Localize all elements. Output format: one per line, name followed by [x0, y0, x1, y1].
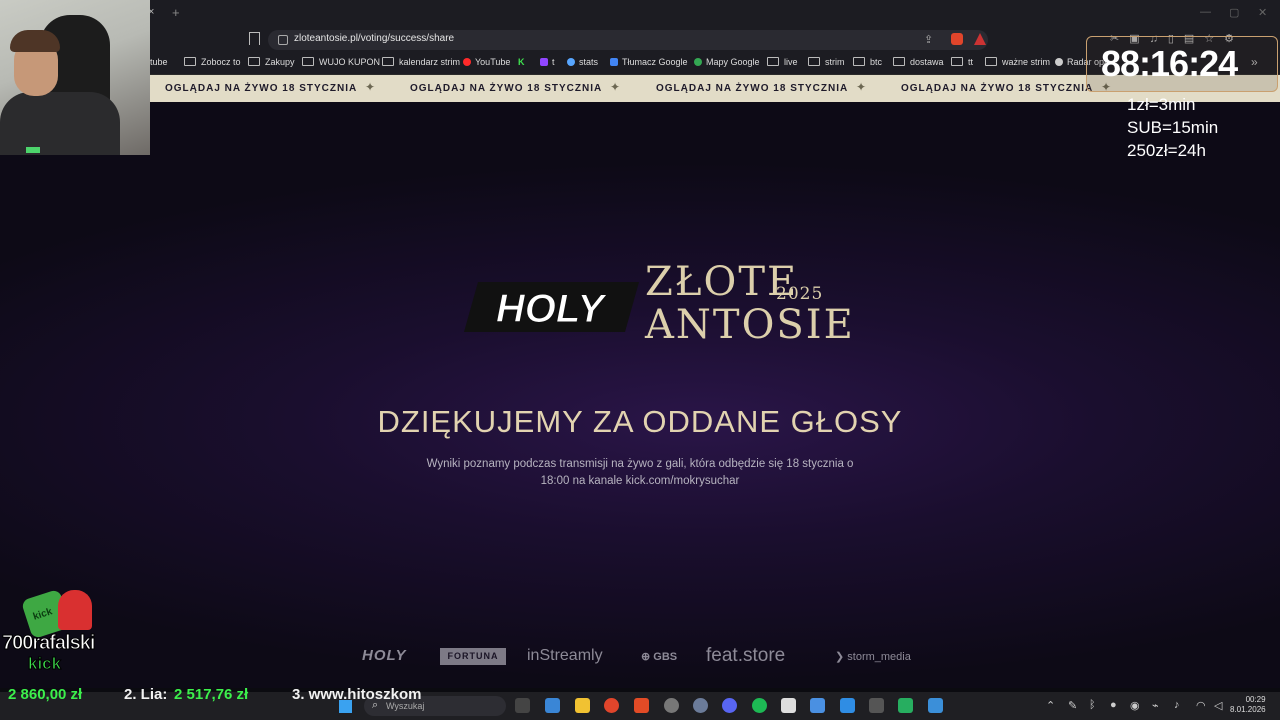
results-info-text: Wyniki poznamy podczas transmisji na żyw…: [426, 458, 854, 487]
streamer-hair: [10, 30, 60, 52]
new-tab-button[interactable]: +: [172, 5, 180, 20]
sponsors-row: HOLY FORTUNA inStreamly ⊕ GBS feat.store…: [0, 645, 1280, 667]
bookmark-stats[interactable]: stats: [567, 57, 598, 67]
close-window-button[interactable]: ✕: [1258, 6, 1267, 19]
sponsor-instreamly-logo[interactable]: inStreamly: [527, 647, 603, 665]
bookmark-folder[interactable]: ważne strim: [985, 57, 1050, 67]
bookmark-folder[interactable]: Zobocz to: [184, 57, 241, 67]
holy-logo: HOLY: [464, 282, 639, 332]
title-year: 2025: [776, 284, 824, 304]
bookmark-folder[interactable]: WUJO KUPON: [302, 57, 380, 67]
browser-tab-bar: × + — ▢ ✕: [0, 0, 1280, 28]
leaderboard-entry: 2. Lia:: [124, 686, 168, 703]
sponsor-holy-logo[interactable]: HOLY: [362, 647, 407, 664]
title-antosie: ANTOSIE: [645, 302, 855, 348]
maximize-button[interactable]: ▢: [1229, 6, 1239, 19]
brave-rewards-icon[interactable]: [974, 33, 986, 45]
thank-you-headline: DZIĘKUJEMY ZA ODDANE GŁOSY: [377, 404, 903, 439]
ticker-text: OGLĄDAJ NA ŻYWO 18 STYCZNIA: [901, 83, 1094, 94]
url-text[interactable]: zloteantosie.pl/voting/success/share: [294, 33, 454, 44]
ticker-text: OGLĄDAJ NA ŻYWO 18 STYCZNIA: [656, 83, 849, 94]
brave-shields-icon[interactable]: [951, 33, 963, 45]
folder-icon: [248, 57, 260, 66]
webcam-overlay: [0, 0, 150, 155]
twitch-icon: [540, 58, 548, 66]
share-icon[interactable]: ⇪: [924, 33, 933, 46]
bookmark-folder[interactable]: tt: [951, 57, 973, 67]
folder-icon: [382, 57, 394, 66]
mascot-icon: [58, 590, 92, 630]
rule-sub: SUB=15min: [1127, 118, 1219, 137]
bookmark-folder[interactable]: strim: [808, 57, 845, 67]
folder-icon: [951, 57, 963, 66]
folder-icon: [808, 57, 820, 66]
stats-icon: [567, 58, 575, 66]
site-info-icon[interactable]: [278, 35, 288, 45]
bookmark-youtube[interactable]: YouTube: [463, 57, 510, 67]
bookmark-folder[interactable]: dostawa: [893, 57, 944, 67]
timer-rules: 1zł=3min SUB=15min 250zł=24h: [1127, 93, 1218, 162]
folder-icon: [893, 57, 905, 66]
green-light: [26, 147, 40, 153]
holy-logo-text: HOLY: [496, 287, 607, 331]
folder-icon: [184, 57, 196, 66]
voting-success-page: HOLY ZŁOTE 2025 ANTOSIE DZIĘKUJEMY ZA OD…: [0, 102, 1280, 688]
bookmark-folder[interactable]: live: [767, 57, 798, 67]
streamer-body: [0, 92, 120, 155]
star-icon: ✦: [856, 80, 867, 94]
minimize-button[interactable]: —: [1200, 6, 1211, 18]
bookmark-folder[interactable]: Zakupy: [248, 57, 295, 67]
star-icon: ✦: [610, 80, 621, 94]
subathon-timer: 88:16:24: [1086, 36, 1278, 92]
bookmark-folder[interactable]: kalendarz strim: [382, 57, 460, 67]
bookmark-translate[interactable]: Tłumacz Google: [610, 57, 688, 67]
bookmark-maps[interactable]: Mapy Google: [694, 57, 760, 67]
leaderboard-amount: 2 860,00 zł: [8, 686, 83, 703]
ticker-text: OGLĄDAJ NA ŻYWO 18 STYCZNIA: [410, 83, 603, 94]
folder-icon: [853, 57, 865, 66]
bookmark-twitch[interactable]: t: [540, 57, 555, 67]
folder-icon: [985, 57, 997, 66]
leaderboard-entry: 3. www.hitoszkom: [292, 686, 422, 703]
bookmark-icon[interactable]: [249, 32, 260, 45]
sponsor-stormmedia-logo[interactable]: ❯ storm_media: [835, 650, 911, 663]
address-bar[interactable]: zloteantosie.pl/voting/success/share ⇪: [268, 30, 988, 50]
bookmark-folder[interactable]: btc: [853, 57, 882, 67]
sponsor-gbs-logo[interactable]: ⊕ GBS: [641, 650, 677, 663]
kick-wordmark: kick: [27, 654, 62, 674]
leaderboard-amount: 2 517,76 zł: [174, 686, 249, 703]
sponsor-fortuna-logo[interactable]: FORTUNA: [440, 648, 506, 665]
channel-name: 700rafalski: [1, 632, 95, 655]
timer-value: 88:16:24: [1101, 43, 1238, 84]
folder-icon: [302, 57, 314, 66]
ticker-text: OGLĄDAJ NA ŻYWO 18 STYCZNIA: [165, 83, 358, 94]
folder-icon: [767, 57, 779, 66]
star-icon: ✦: [365, 80, 376, 94]
maps-icon: [694, 58, 702, 66]
rule-donation: 1zł=3min: [1127, 95, 1196, 114]
sponsor-featstore-logo[interactable]: feat.store: [706, 645, 785, 667]
rule-big-donation: 250zł=24h: [1127, 141, 1206, 160]
donation-leaderboard: 2 860,00 zł 2. Lia: 2 517,76 zł 3. www.h…: [0, 686, 1280, 706]
translate-icon: [610, 58, 618, 66]
kick-channel-logo: kick 700rafalski kick: [0, 588, 110, 678]
storm-icon: ❯: [835, 651, 848, 663]
radar-icon: [1055, 58, 1063, 66]
clock-date: 8.01.2026: [1230, 705, 1266, 714]
globe-icon: ⊕: [641, 651, 654, 663]
bookmark-kick[interactable]: K: [518, 57, 525, 67]
youtube-icon: [463, 58, 471, 66]
